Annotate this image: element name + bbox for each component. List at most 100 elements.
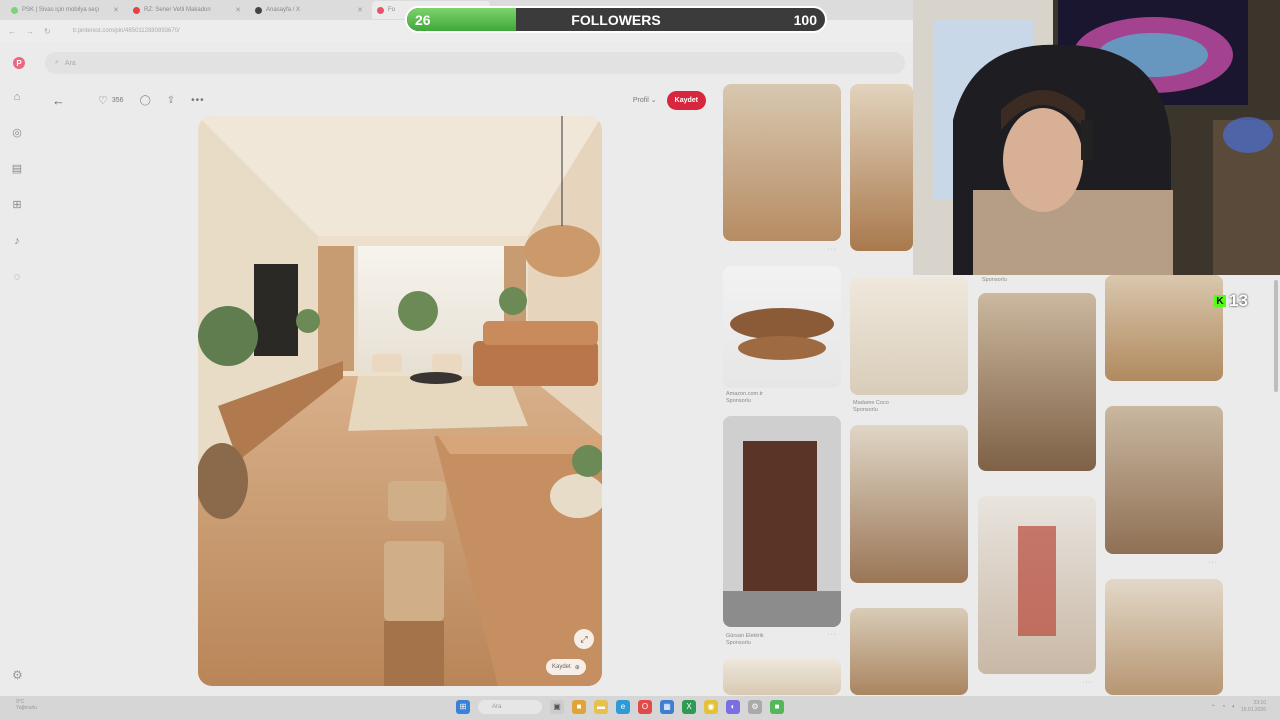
coffee-table-illustration bbox=[730, 308, 834, 360]
door-illustration bbox=[723, 441, 841, 627]
tab-label: Fo bbox=[388, 7, 396, 13]
save-button[interactable]: Kaydet bbox=[666, 90, 706, 110]
heart-icon[interactable]: ♡ bbox=[98, 94, 108, 107]
discord-icon[interactable]: ◐ bbox=[726, 700, 740, 714]
search-placeholder: Ara bbox=[64, 59, 76, 67]
weather-widget[interactable]: 9°C Yağmurlu bbox=[16, 699, 37, 711]
pin-caption-title: Amazon.com.tr bbox=[726, 391, 763, 397]
tab-favicon-icon bbox=[11, 6, 18, 14]
bell-icon[interactable]: ♪ bbox=[10, 234, 24, 248]
related-pin[interactable] bbox=[723, 84, 841, 241]
related-pin[interactable] bbox=[1105, 579, 1223, 695]
home-icon[interactable]: ⌂ bbox=[10, 90, 24, 104]
browser-tab[interactable]: PSK | Sivas için mobilya seçi ✕ bbox=[6, 1, 124, 19]
pin-caption-sponsored: Sponsorlu bbox=[982, 277, 1007, 283]
tab-label: PSK | Sivas için mobilya seçi bbox=[22, 7, 99, 13]
related-pin[interactable] bbox=[723, 658, 841, 695]
related-pin[interactable] bbox=[723, 416, 841, 627]
dashboard-icon[interactable]: ▤ bbox=[10, 162, 24, 176]
viewer-count: 13 bbox=[1229, 291, 1248, 310]
file-explorer-icon[interactable]: ▬ bbox=[594, 700, 608, 714]
scrollbar[interactable] bbox=[1274, 280, 1278, 392]
browser-tab[interactable]: RZ: Sener Vetli Makadon ✕ bbox=[128, 1, 246, 19]
more-options-icon[interactable]: ··· bbox=[827, 246, 837, 253]
pin-image[interactable] bbox=[198, 116, 602, 686]
related-pin[interactable] bbox=[1105, 406, 1223, 554]
more-icon[interactable]: ••• bbox=[191, 95, 205, 106]
related-pin[interactable] bbox=[850, 84, 913, 251]
pin-caption: Madame Coco Sponsorlu bbox=[853, 400, 889, 414]
plus-square-icon[interactable]: ⊞ bbox=[10, 198, 24, 212]
search-input[interactable]: ⌕ Ara bbox=[45, 52, 905, 74]
forward-icon[interactable]: → bbox=[26, 27, 34, 36]
taskbar-search[interactable]: Ara bbox=[478, 700, 542, 714]
more-options-icon[interactable]: ··· bbox=[827, 631, 837, 638]
bookmark-plus-icon: ⊕ bbox=[574, 664, 580, 671]
pin-caption: Gürsan Elektrik Sponsorlu bbox=[726, 633, 764, 647]
reload-icon[interactable]: ↻ bbox=[44, 27, 51, 36]
chrome-icon[interactable]: ◉ bbox=[704, 700, 718, 714]
opera-icon[interactable]: O bbox=[638, 700, 652, 714]
settings-icon[interactable]: ⚙ bbox=[748, 700, 762, 714]
widgets-icon[interactable]: ■ bbox=[572, 700, 586, 714]
pin-caption: Amazon.com.tr Sponsorlu bbox=[726, 391, 763, 405]
related-pin[interactable] bbox=[978, 293, 1096, 471]
chat-icon[interactable]: ◌ bbox=[10, 270, 24, 284]
task-view-icon[interactable]: ▣ bbox=[550, 700, 564, 714]
clock-time: 23:10 bbox=[1253, 700, 1266, 706]
weather-desc: Yağmurlu bbox=[16, 705, 38, 711]
comment-icon[interactable]: ◯ bbox=[140, 95, 151, 106]
related-pin[interactable] bbox=[978, 496, 1096, 674]
profile-dropdown[interactable]: Profil ⌄ bbox=[633, 96, 657, 104]
related-pin[interactable] bbox=[850, 608, 968, 695]
pin-caption-title: Madame Coco bbox=[853, 400, 889, 406]
like-count: 356 bbox=[111, 96, 124, 104]
followers-goal-bar: FOLLOWERS 26 100 bbox=[405, 6, 827, 33]
system-tray: ⌃ ◔ ◖ 23:10 15.01.2026 bbox=[1211, 700, 1266, 714]
pin-save-label: Kaydet bbox=[552, 664, 571, 670]
browser-tab[interactable]: Anasayfa / X ✕ bbox=[250, 1, 368, 19]
more-options-icon[interactable]: ··· bbox=[1208, 559, 1218, 566]
clock[interactable]: 23:10 15.01.2026 bbox=[1241, 700, 1266, 714]
tab-label: Anasayfa / X bbox=[266, 7, 301, 13]
streamer-webcam-image bbox=[913, 0, 1280, 275]
related-pin[interactable] bbox=[850, 425, 968, 583]
excel-icon[interactable]: X bbox=[682, 700, 696, 714]
share-icon[interactable]: ⇪ bbox=[167, 95, 175, 106]
app-icon[interactable]: ■ bbox=[770, 700, 784, 714]
edge-icon[interactable]: e bbox=[616, 700, 630, 714]
pin-save-button[interactable]: Kaydet ⊕ bbox=[546, 659, 586, 675]
settings-gear-icon[interactable]: ⚙ bbox=[12, 668, 23, 682]
followers-goal: 100 bbox=[793, 12, 817, 28]
webcam-feed bbox=[913, 0, 1280, 275]
pinterest-logo[interactable]: P bbox=[13, 57, 25, 69]
network-icon[interactable]: ◔ bbox=[1222, 704, 1226, 710]
back-icon[interactable]: ← bbox=[8, 27, 16, 36]
tab-favicon-icon bbox=[255, 6, 262, 14]
tab-label: RZ: Sener Vetli Makadon bbox=[144, 7, 211, 13]
more-options-icon[interactable]: ··· bbox=[1082, 679, 1092, 686]
pin-caption-sponsored: Sponsorlu bbox=[726, 398, 751, 404]
close-icon[interactable]: ✕ bbox=[235, 6, 241, 14]
clock-date: 15.01.2026 bbox=[1240, 707, 1266, 713]
close-icon[interactable]: ✕ bbox=[357, 6, 363, 14]
windows-start-icon[interactable]: ⊞ bbox=[456, 700, 470, 714]
followers-label: FOLLOWERS bbox=[571, 12, 661, 28]
url-field[interactable]: tr.pinterest.com/pin/4850112880893670/ bbox=[73, 28, 180, 34]
tab-favicon-icon bbox=[377, 6, 384, 14]
back-arrow-icon[interactable]: ← bbox=[52, 93, 72, 108]
volume-icon[interactable]: ◖ bbox=[1231, 704, 1235, 710]
related-pin[interactable] bbox=[850, 277, 968, 395]
left-nav: ⌂ ◎ ▤ ⊞ ♪ ◌ bbox=[10, 90, 28, 284]
related-pin[interactable] bbox=[723, 266, 841, 388]
chevron-up-icon[interactable]: ⌃ bbox=[1211, 704, 1216, 711]
taskbar-apps: ⊞ Ara ▣ ■ ▬ e O ▦ X ◉ ◐ ⚙ ■ bbox=[456, 700, 784, 714]
related-pin[interactable] bbox=[1105, 275, 1223, 381]
tab-favicon-icon bbox=[133, 6, 140, 14]
windows-taskbar: 9°C Yağmurlu ⊞ Ara ▣ ■ ▬ e O ▦ X ◉ ◐ ⚙ ■… bbox=[0, 696, 1280, 720]
expand-icon[interactable]: ⤢ bbox=[574, 629, 594, 649]
close-icon[interactable]: ✕ bbox=[113, 6, 119, 14]
compass-icon[interactable]: ◎ bbox=[10, 126, 24, 140]
store-icon[interactable]: ▦ bbox=[660, 700, 674, 714]
living-room-illustration bbox=[198, 116, 602, 686]
